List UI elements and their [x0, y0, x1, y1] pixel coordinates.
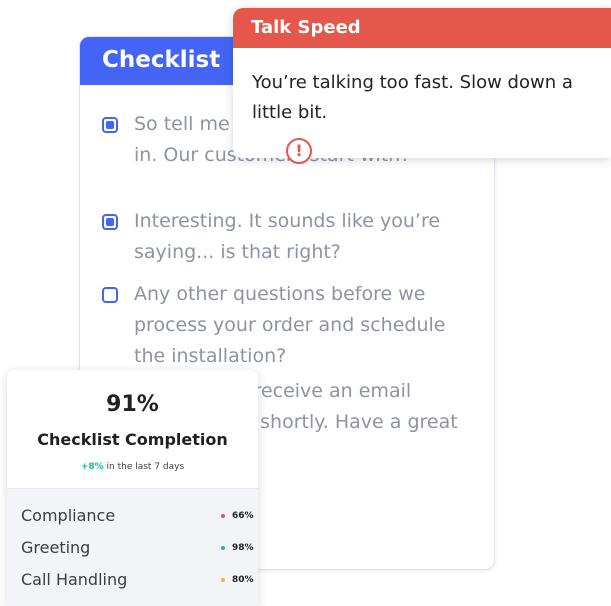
stat-name: Greeting: [21, 538, 91, 557]
stage: Checklist So tell me what you're interes…: [0, 0, 611, 606]
checkbox[interactable]: [102, 287, 118, 303]
stat-name: Call Handling: [21, 570, 128, 589]
completion-trend: +8% in the last 7 days: [7, 462, 258, 472]
stat-value: 98%: [232, 543, 254, 553]
stat-row-greeting: Greeting 98%: [21, 533, 254, 563]
stat-value: 80%: [232, 575, 254, 585]
completion-label: Checklist Completion: [37, 430, 228, 449]
status-dot: [221, 578, 225, 582]
stats-breakdown: Compliance 66% Greeting 98% Call Handlin…: [7, 488, 258, 606]
trend-delta: +8%: [80, 462, 104, 472]
stats-summary: 91% Checklist Completion +8% in the last…: [7, 370, 258, 488]
status-dot: [221, 546, 225, 550]
alert-title: Talk Speed: [233, 8, 611, 48]
checklist-item-text: Any other questions before we process yo…: [134, 283, 446, 367]
checkbox[interactable]: [102, 214, 118, 230]
trend-text: in the last 7 days: [103, 462, 185, 472]
checklist-item-text: Interesting. It sounds like you’re sayin…: [134, 210, 441, 263]
checklist-completion-card: 91% Checklist Completion +8% in the last…: [7, 370, 258, 606]
talk-speed-alert: Talk Speed You’re talking too fast. Slow…: [233, 8, 611, 158]
stat-row-call-handling: Call Handling 80%: [21, 565, 254, 595]
stat-name: Compliance: [21, 506, 116, 525]
completion-percent: 91%: [106, 392, 159, 417]
exclamation-icon: !: [286, 138, 312, 164]
stat-row-compliance: Compliance 66%: [21, 501, 254, 531]
status-dot: [221, 514, 225, 518]
alert-message: You’re talking too fast. Slow down a lit…: [252, 72, 573, 123]
checkbox[interactable]: [102, 117, 118, 133]
stat-value: 66%: [232, 511, 254, 521]
